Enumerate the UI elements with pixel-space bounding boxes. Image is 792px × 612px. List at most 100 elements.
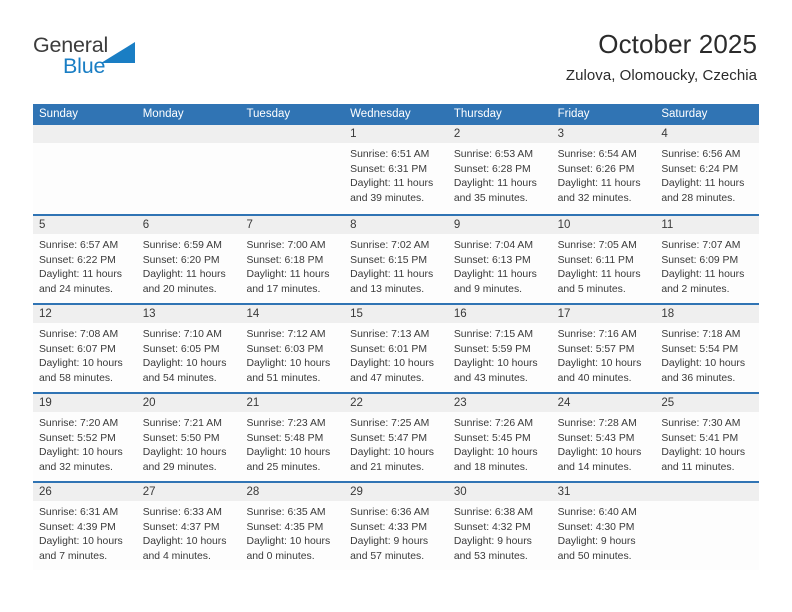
daylight-text-line2: and 54 minutes.: [142, 372, 217, 384]
sunrise-text: Sunrise: 7:00 AM: [246, 240, 326, 251]
day-cell[interactable]: 13 Sunrise: 7:10 AM Sunset: 6:05 PM Dayl…: [136, 305, 241, 392]
day-cell[interactable]: 26 Sunrise: 6:31 AM Sunset: 4:39 PM Dayl…: [33, 483, 137, 570]
brand-logo[interactable]: General Blue: [33, 33, 163, 83]
day-cell[interactable]: 12 Sunrise: 7:08 AM Sunset: 6:07 PM Dayl…: [33, 305, 137, 392]
day-cell[interactable]: 5 Sunrise: 6:57 AM Sunset: 6:22 PM Dayli…: [33, 216, 137, 303]
day-cell[interactable]: 29 Sunrise: 6:36 AM Sunset: 4:33 PM Dayl…: [344, 483, 448, 570]
daylight-text-line1: Daylight: 11 hours: [39, 269, 122, 281]
day-number: 17: [551, 305, 656, 323]
day-cell[interactable]: 4 Sunrise: 6:56 AM Sunset: 6:24 PM Dayli…: [655, 125, 760, 214]
sunset-text: Sunset: 4:32 PM: [453, 521, 531, 533]
day-number: 21: [240, 394, 345, 412]
day-number: 14: [240, 305, 345, 323]
daylight-text-line1: Daylight: 9 hours: [350, 536, 429, 548]
sunset-text: Sunset: 5:52 PM: [39, 432, 116, 444]
day-cell[interactable]: 6 Sunrise: 6:59 AM Sunset: 6:20 PM Dayli…: [136, 216, 241, 303]
day-cell[interactable]: 31 Sunrise: 6:40 AM Sunset: 4:30 PM Dayl…: [551, 483, 656, 570]
day-cell[interactable]: 18 Sunrise: 7:18 AM Sunset: 5:54 PM Dayl…: [655, 305, 760, 392]
daylight-text-line2: and 20 minutes.: [142, 283, 217, 295]
sunset-text: Sunset: 4:37 PM: [142, 521, 220, 533]
sunrise-text: Sunrise: 7:15 AM: [453, 329, 534, 340]
daylight-text-line2: and 28 minutes.: [661, 192, 736, 204]
daylight-text-line2: and 4 minutes.: [142, 550, 211, 562]
day-number: 20: [136, 394, 241, 412]
daylight-text-line2: and 29 minutes.: [142, 461, 217, 473]
sunset-text: Sunset: 6:05 PM: [142, 343, 220, 355]
day-cell[interactable]: 25 Sunrise: 7:30 AM Sunset: 5:41 PM Dayl…: [655, 394, 760, 481]
daylight-text-line1: Daylight: 11 hours: [350, 178, 434, 190]
day-cell[interactable]: 16 Sunrise: 7:15 AM Sunset: 5:59 PM Dayl…: [447, 305, 552, 392]
sunrise-text: Sunrise: 7:25 AM: [350, 418, 430, 429]
day-details: Sunrise: 6:57 AM Sunset: 6:22 PM Dayligh…: [33, 234, 137, 297]
day-details: Sunrise: 7:23 AM Sunset: 5:48 PM Dayligh…: [240, 412, 344, 475]
day-number: 7: [240, 216, 345, 234]
sunset-text: Sunset: 5:47 PM: [350, 432, 427, 444]
daylight-text-line1: Daylight: 11 hours: [661, 269, 745, 281]
daylight-text-line2: and 35 minutes.: [453, 192, 528, 204]
calendar-week-row: 12 Sunrise: 7:08 AM Sunset: 6:07 PM Dayl…: [33, 303, 760, 392]
day-cell[interactable]: 17 Sunrise: 7:16 AM Sunset: 5:57 PM Dayl…: [551, 305, 656, 392]
day-cell[interactable]: [136, 125, 241, 214]
daylight-text-line1: Daylight: 10 hours: [246, 536, 331, 548]
day-details: Sunrise: 7:30 AM Sunset: 5:41 PM Dayligh…: [655, 412, 759, 475]
day-cell[interactable]: [655, 483, 760, 570]
daylight-text-line1: Daylight: 11 hours: [142, 269, 226, 281]
daylight-text-line1: Daylight: 11 hours: [453, 269, 537, 281]
sunset-text: Sunset: 6:22 PM: [39, 254, 116, 266]
sunrise-text: Sunrise: 7:05 AM: [557, 240, 637, 251]
day-details: Sunrise: 7:16 AM Sunset: 5:57 PM Dayligh…: [552, 323, 656, 386]
day-number: 29: [344, 483, 448, 501]
sunrise-text: Sunrise: 7:23 AM: [246, 418, 326, 429]
day-cell[interactable]: 7 Sunrise: 7:00 AM Sunset: 6:18 PM Dayli…: [240, 216, 345, 303]
day-cell[interactable]: 3 Sunrise: 6:54 AM Sunset: 6:26 PM Dayli…: [551, 125, 656, 214]
day-cell[interactable]: 30 Sunrise: 6:38 AM Sunset: 4:32 PM Dayl…: [447, 483, 552, 570]
day-cell[interactable]: 24 Sunrise: 7:28 AM Sunset: 5:43 PM Dayl…: [551, 394, 656, 481]
sunset-text: Sunset: 6:11 PM: [557, 254, 634, 266]
day-number: 1: [344, 125, 448, 143]
day-cell[interactable]: 14 Sunrise: 7:12 AM Sunset: 6:03 PM Dayl…: [240, 305, 345, 392]
day-cell[interactable]: 27 Sunrise: 6:33 AM Sunset: 4:37 PM Dayl…: [136, 483, 241, 570]
day-cell[interactable]: 2 Sunrise: 6:53 AM Sunset: 6:28 PM Dayli…: [447, 125, 552, 214]
sunset-text: Sunset: 6:13 PM: [453, 254, 531, 266]
day-cell[interactable]: 10 Sunrise: 7:05 AM Sunset: 6:11 PM Dayl…: [551, 216, 656, 303]
day-cell[interactable]: [33, 125, 137, 214]
day-cell[interactable]: 20 Sunrise: 7:21 AM Sunset: 5:50 PM Dayl…: [136, 394, 241, 481]
sunset-text: Sunset: 6:15 PM: [350, 254, 427, 266]
day-cell[interactable]: 22 Sunrise: 7:25 AM Sunset: 5:47 PM Dayl…: [344, 394, 448, 481]
day-cell[interactable]: 8 Sunrise: 7:02 AM Sunset: 6:15 PM Dayli…: [344, 216, 448, 303]
daylight-text-line2: and 18 minutes.: [453, 461, 528, 473]
day-details: Sunrise: 7:04 AM Sunset: 6:13 PM Dayligh…: [448, 234, 552, 297]
day-cell[interactable]: [240, 125, 345, 214]
page-title: October 2025: [598, 29, 757, 59]
day-cell[interactable]: 23 Sunrise: 7:26 AM Sunset: 5:45 PM Dayl…: [447, 394, 552, 481]
daylight-text-line1: Daylight: 10 hours: [246, 358, 331, 370]
day-cell[interactable]: 9 Sunrise: 7:04 AM Sunset: 6:13 PM Dayli…: [447, 216, 552, 303]
day-cell[interactable]: 28 Sunrise: 6:35 AM Sunset: 4:35 PM Dayl…: [240, 483, 345, 570]
daylight-text-line2: and 43 minutes.: [453, 372, 528, 384]
daylight-text-line1: Daylight: 10 hours: [142, 358, 227, 370]
day-details: Sunrise: 7:08 AM Sunset: 6:07 PM Dayligh…: [33, 323, 137, 386]
daylight-text-line2: and 47 minutes.: [350, 372, 425, 384]
day-cell[interactable]: 11 Sunrise: 7:07 AM Sunset: 6:09 PM Dayl…: [655, 216, 760, 303]
day-cell[interactable]: 19 Sunrise: 7:20 AM Sunset: 5:52 PM Dayl…: [33, 394, 137, 481]
daylight-text-line2: and 36 minutes.: [661, 372, 736, 384]
triangle-icon: [101, 42, 135, 63]
day-details: Sunrise: 7:05 AM Sunset: 6:11 PM Dayligh…: [552, 234, 656, 297]
day-cell[interactable]: 21 Sunrise: 7:23 AM Sunset: 5:48 PM Dayl…: [240, 394, 345, 481]
daylight-text-line1: Daylight: 11 hours: [661, 178, 745, 190]
sunset-text: Sunset: 5:54 PM: [661, 343, 739, 355]
page-header: General Blue October 2025 Zulova, Olomou…: [0, 0, 792, 98]
sunrise-text: Sunrise: 6:36 AM: [350, 507, 430, 518]
day-details: Sunrise: 7:20 AM Sunset: 5:52 PM Dayligh…: [33, 412, 137, 475]
daylight-text-line1: Daylight: 10 hours: [350, 447, 434, 459]
day-number: 8: [344, 216, 448, 234]
day-cell[interactable]: 15 Sunrise: 7:13 AM Sunset: 6:01 PM Dayl…: [344, 305, 448, 392]
daylight-text-line1: Daylight: 9 hours: [557, 536, 636, 548]
day-number: [655, 483, 760, 501]
daylight-text-line2: and 25 minutes.: [246, 461, 321, 473]
day-details: Sunrise: 6:36 AM Sunset: 4:33 PM Dayligh…: [344, 501, 448, 564]
page-subtitle: Zulova, Olomoucky, Czechia: [565, 67, 757, 84]
daylight-text-line1: Daylight: 10 hours: [661, 358, 746, 370]
sunset-text: Sunset: 6:18 PM: [246, 254, 324, 266]
day-cell[interactable]: 1 Sunrise: 6:51 AM Sunset: 6:31 PM Dayli…: [344, 125, 448, 214]
